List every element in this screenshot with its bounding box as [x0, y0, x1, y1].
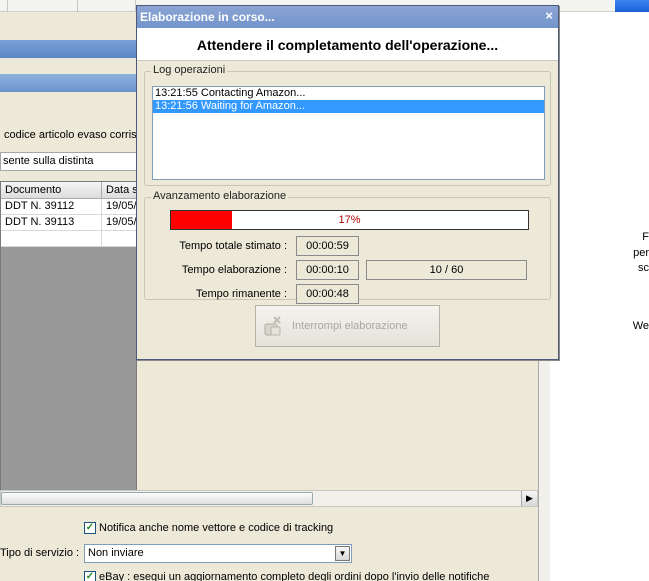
remaining-label: Tempo rimanente : — [195, 288, 287, 300]
right-panel-text: per — [633, 247, 649, 259]
right-panel-text: We — [632, 320, 649, 332]
estimated-total-label: Tempo totale stimato : — [179, 240, 287, 252]
table-cell-empty[interactable] — [1, 231, 102, 247]
processed-count: 10 / 60 — [366, 260, 527, 280]
right-panel-text: sc — [638, 262, 649, 274]
table-cell-empty[interactable] — [102, 231, 136, 247]
column-header-documento[interactable]: Documento — [1, 182, 102, 199]
log-line-selected[interactable]: 13:21:56 Waiting for Amazon... — [153, 100, 544, 113]
close-icon[interactable]: × — [545, 9, 553, 23]
background-vertical-scrollbar[interactable] — [538, 355, 550, 581]
processing-dialog: Elaborazione in corso... × Attendere il … — [136, 5, 559, 360]
service-type-label: Tipo di servizio : — [0, 547, 80, 559]
progress-bar: 17% — [170, 210, 529, 230]
right-panel-text: F — [642, 231, 649, 243]
filter-option-label: codice articolo evaso corrisp — [4, 129, 143, 141]
log-list[interactable]: 13:21:55 Contacting Amazon... 13:21:56 W… — [152, 86, 545, 180]
progress-group: Avanzamento elaborazione 17% Tempo total… — [144, 190, 551, 304]
notify-tracking-checkbox-row[interactable]: ✓ Notifica anche nome vettore e codice d… — [84, 522, 333, 534]
checkbox-checked-icon[interactable]: ✓ — [84, 571, 96, 581]
log-group: Log operazioni 13:21:55 Contacting Amazo… — [144, 64, 551, 186]
background-window-edge — [615, 0, 649, 12]
service-type-value: Non inviare — [88, 547, 144, 559]
dialog-title-bar[interactable]: Elaborazione in corso... × — [137, 6, 558, 28]
documents-table: Documento Data s DDT N. 39112 19/05/ DDT… — [0, 181, 137, 493]
table-horizontal-scrollbar[interactable]: ▶ — [0, 490, 538, 507]
background-panel-header — [0, 40, 137, 58]
dialog-title: Elaborazione in corso... — [140, 10, 275, 24]
table-cell[interactable]: 19/05/ — [102, 199, 136, 215]
table-cell[interactable]: 19/05/ — [102, 215, 136, 231]
distinta-option-field[interactable]: sente sulla distinta — [0, 152, 137, 171]
checkbox-checked-icon[interactable]: ✓ — [84, 522, 96, 534]
progress-percent: 17% — [338, 214, 361, 226]
ebay-update-label: eBay : esegui un aggiornamento completo … — [99, 571, 490, 581]
elapsed-label: Tempo elaborazione : — [181, 264, 287, 276]
scroll-right-arrow-icon[interactable]: ▶ — [521, 491, 537, 506]
background-right-panel: F per sc We — [550, 12, 649, 581]
elapsed-value: 00:00:10 — [296, 260, 359, 280]
distinta-option-text: sente sulla distinta — [3, 155, 94, 167]
dialog-banner: Attendere il completamento dell'operazio… — [137, 28, 558, 61]
chevron-down-icon[interactable]: ▼ — [335, 546, 350, 561]
scrollbar-thumb[interactable] — [1, 492, 313, 505]
log-line[interactable]: 13:21:55 Contacting Amazon... — [153, 87, 544, 100]
table-cell[interactable]: DDT N. 39113 — [1, 215, 102, 231]
column-header-data[interactable]: Data s — [102, 182, 136, 199]
background-section-header — [0, 74, 137, 92]
remaining-value: 00:00:48 — [296, 284, 359, 304]
service-type-select[interactable]: Non inviare ▼ — [84, 544, 352, 563]
stop-processing-label: Interrompi elaborazione — [292, 320, 408, 332]
estimated-total-value: 00:00:59 — [296, 236, 359, 256]
log-group-title: Log operazioni — [151, 64, 228, 76]
progress-group-title: Avanzamento elaborazione — [151, 190, 289, 202]
notify-tracking-label: Notifica anche nome vettore e codice di … — [99, 522, 334, 534]
stop-processing-button[interactable]: Interrompi elaborazione — [255, 305, 440, 347]
ebay-update-checkbox-row[interactable]: ✓ eBay : esegui un aggiornamento complet… — [84, 571, 489, 581]
table-cell[interactable]: DDT N. 39112 — [1, 199, 102, 215]
stop-icon — [262, 315, 284, 337]
